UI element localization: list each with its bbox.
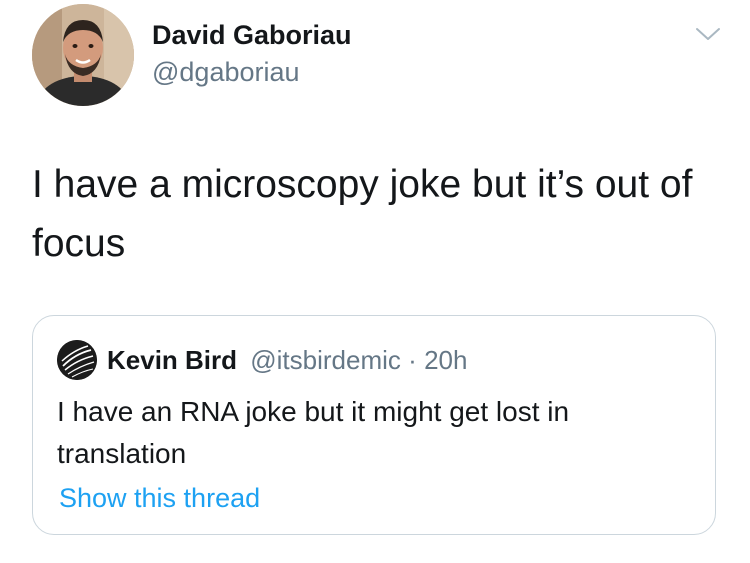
show-thread-link[interactable]: Show this thread (59, 483, 260, 514)
tweet-card: David Gaboriau @dgaboriau I have a micro… (0, 0, 750, 563)
meta-separator: · (408, 345, 417, 375)
quoted-tweet[interactable]: Kevin Bird @itsbirdemic · 20h I have an … (32, 315, 716, 535)
author-avatar[interactable] (32, 4, 134, 106)
author-handle[interactable]: @dgaboriau (152, 57, 300, 88)
quoted-author-display-name[interactable]: Kevin Bird (107, 345, 237, 375)
quoted-author-handle[interactable]: @itsbirdemic (250, 345, 401, 375)
tweet-text: I have a microscopy joke but it’s out of… (32, 163, 693, 265)
quoted-tweet-time[interactable]: 20h (424, 345, 467, 375)
quoted-author-avatar[interactable] (57, 340, 97, 380)
author-display-name[interactable]: David Gaboriau (152, 20, 352, 51)
quoted-tweet-header: Kevin Bird @itsbirdemic · 20h (107, 345, 467, 376)
quoted-tweet-text: I have an RNA joke but it might get lost… (57, 396, 570, 469)
chevron-down-icon[interactable] (694, 24, 722, 44)
